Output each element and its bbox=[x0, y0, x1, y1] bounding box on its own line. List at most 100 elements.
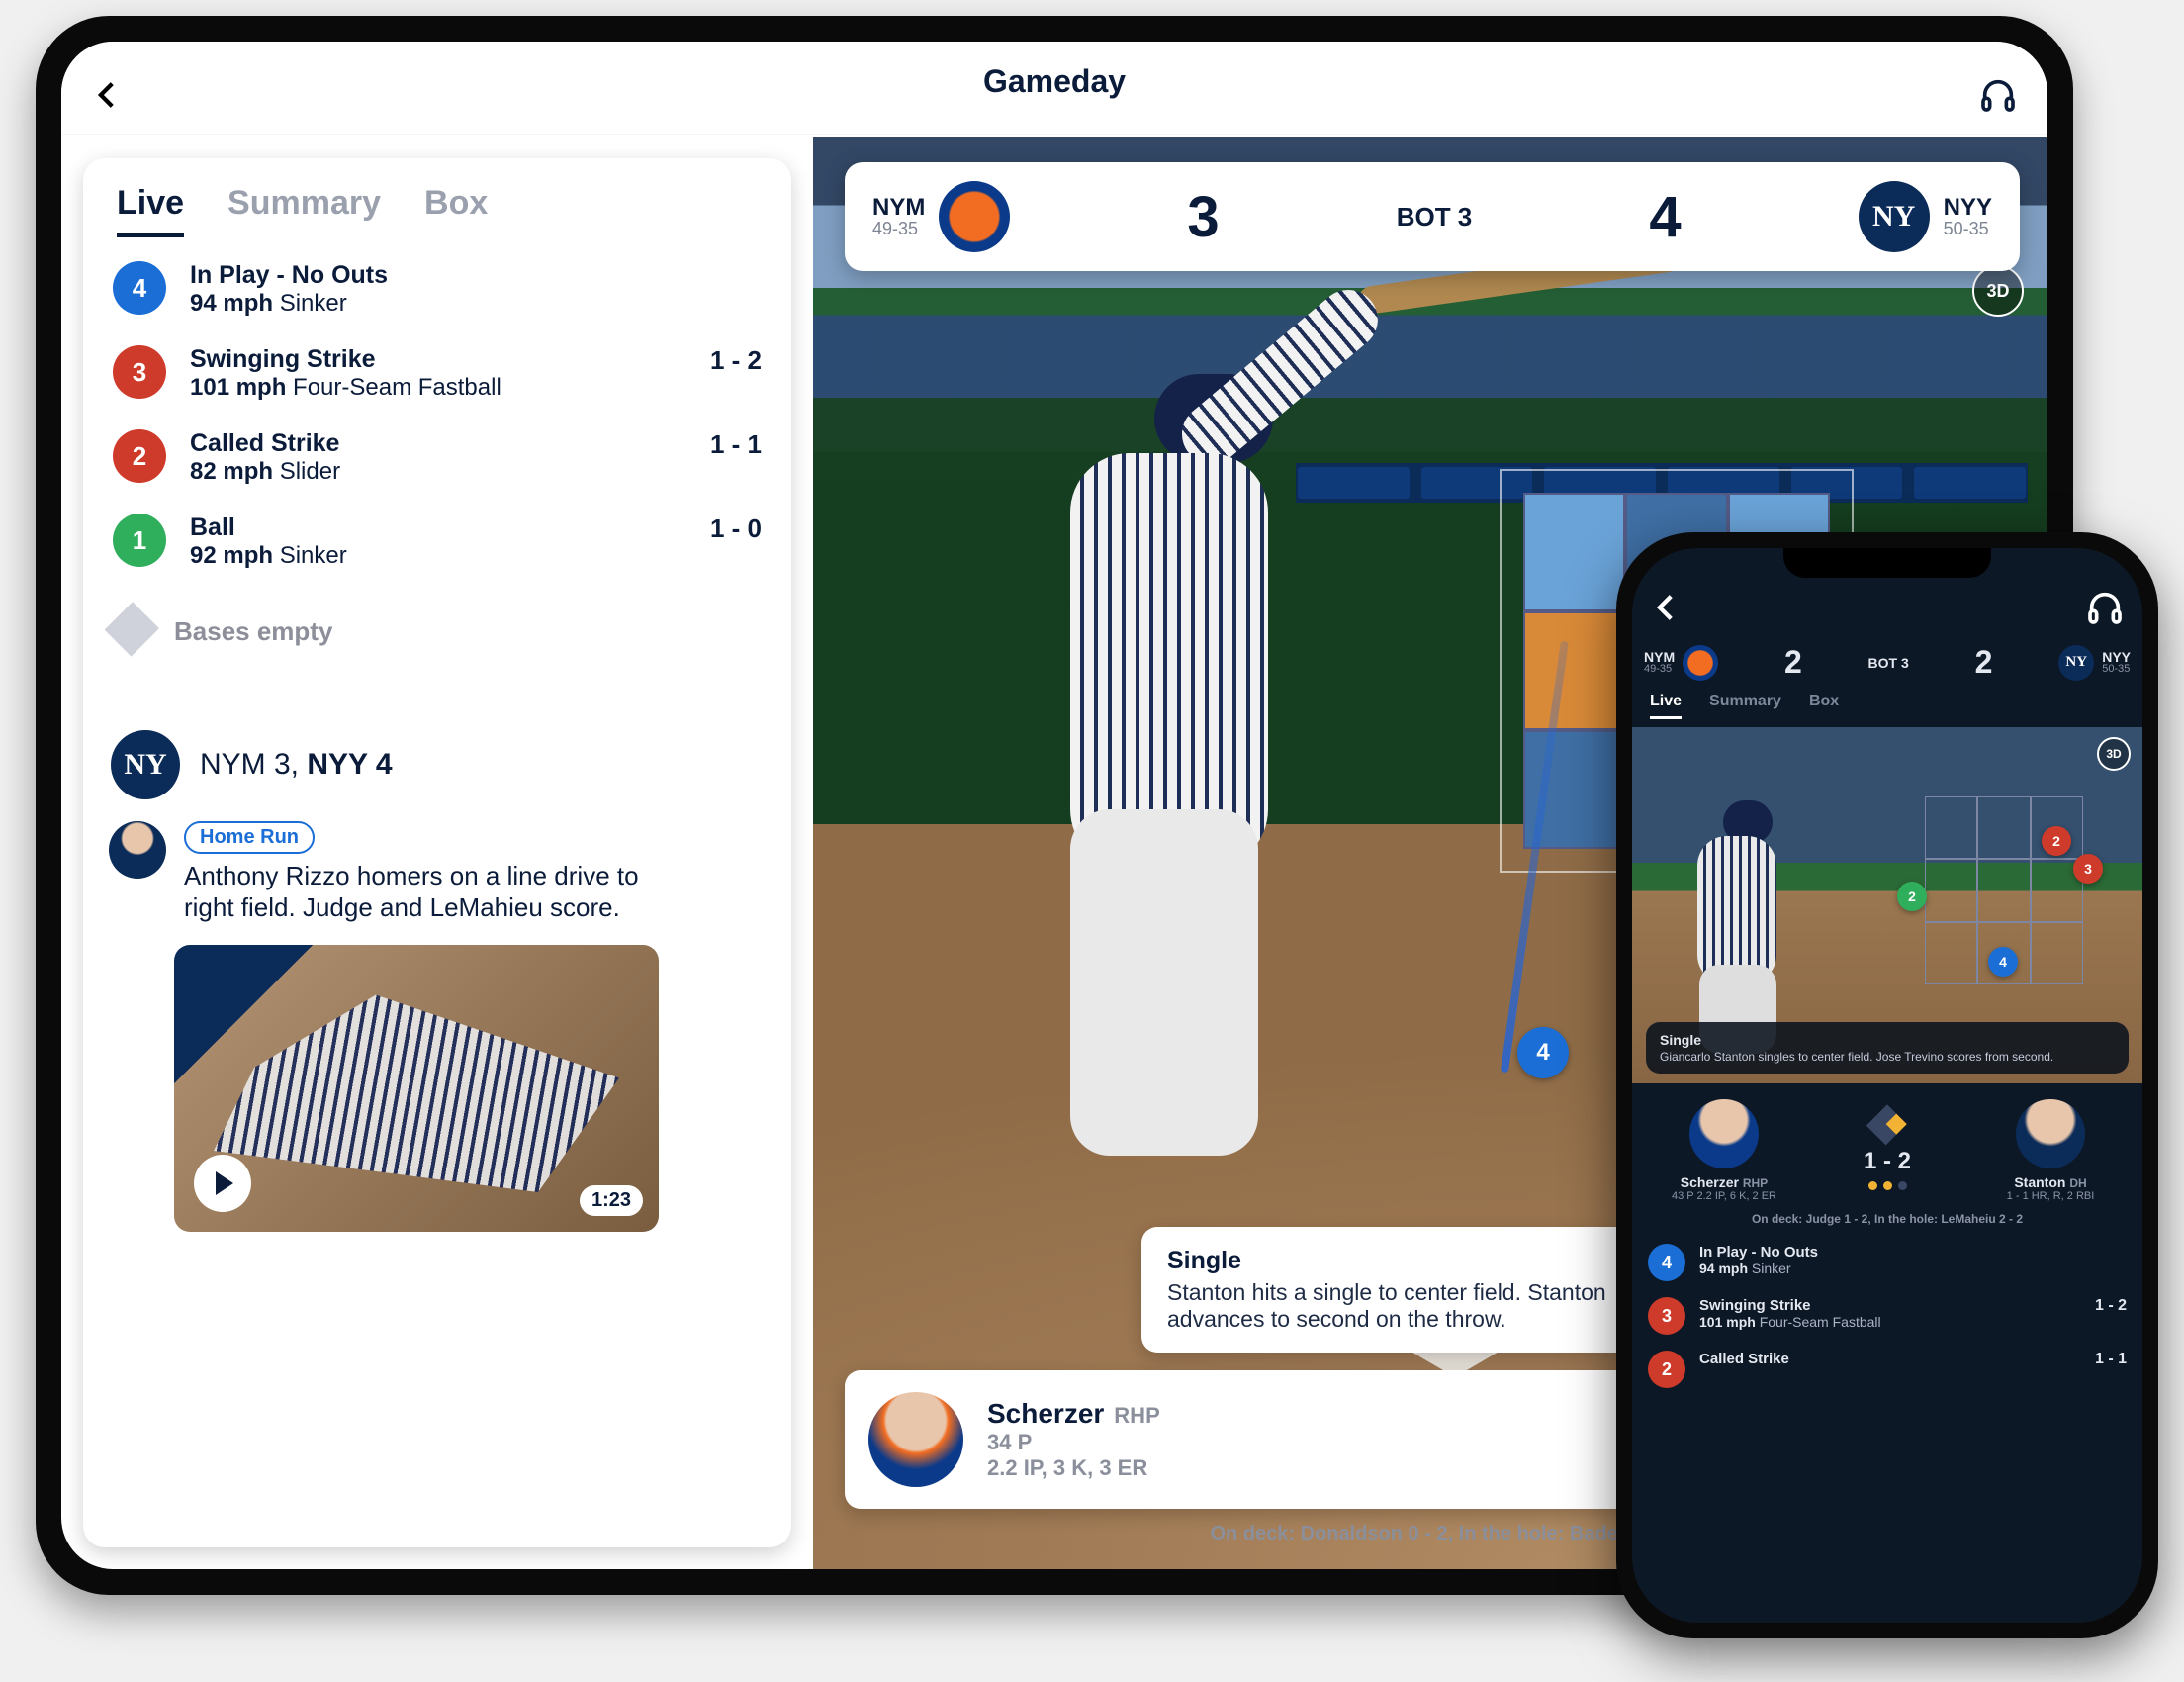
pitch-row[interactable]: 1Ball92 mph Sinker1 - 0 bbox=[83, 500, 791, 584]
pitch-count: 1 - 1 bbox=[2095, 1351, 2127, 1368]
pitch-text: In Play - No Outs94 mph Sinker bbox=[1699, 1244, 2113, 1276]
pitch-result: Swinging Strike bbox=[190, 345, 686, 374]
notch bbox=[1783, 548, 1991, 578]
audio-button[interactable] bbox=[2085, 588, 2125, 632]
inning-label: BOT 3 bbox=[1868, 655, 1909, 671]
away-team[interactable]: NYM 49-35 bbox=[872, 181, 1010, 252]
player-avatar bbox=[109, 821, 166, 879]
zone-pitch-2[interactable]: 2 bbox=[2042, 826, 2071, 856]
scoreline-home: NYY 4 bbox=[307, 748, 392, 781]
play-icon[interactable] bbox=[194, 1155, 251, 1212]
last-play-title: Single bbox=[1167, 1247, 1660, 1275]
scorebar[interactable]: NYM49-35 2 BOT 3 2 NY NYY50-35 bbox=[1632, 638, 2142, 691]
home-score: 2 bbox=[1975, 644, 1993, 681]
pitch-number-badge: 4 bbox=[1648, 1244, 1685, 1281]
zone-pitch-1[interactable]: 2 bbox=[1897, 882, 1927, 911]
strike-zone[interactable]: 2 2 3 4 bbox=[1925, 796, 2083, 984]
live-feed-card[interactable]: Live Summary Box 4 In Play - No Outs94 mp… bbox=[83, 158, 791, 1547]
pitch-result: Ball bbox=[190, 514, 686, 542]
pitch-detail: 101 mph Four-Seam Fastball bbox=[190, 374, 686, 402]
feed-tabs: Live Summary Box bbox=[1632, 691, 2142, 727]
home-team[interactable]: NY NYY50-35 bbox=[2058, 645, 2131, 681]
toggle-3d-button[interactable]: 3D bbox=[1972, 265, 2024, 317]
pitch-row[interactable]: 2Called Strike82 mph Slider1 - 1 bbox=[83, 416, 791, 500]
count: 1 - 2 bbox=[1864, 1148, 1911, 1175]
pitch-number-badge: 4 bbox=[113, 261, 166, 315]
page-title: Gameday bbox=[61, 63, 2048, 100]
home-team[interactable]: NY NYY 50-35 bbox=[1859, 181, 1992, 252]
pitch-text: In Play - No Outs94 mph Sinker bbox=[190, 261, 738, 318]
pitch-row[interactable]: 3 Swinging Strike101 mph Four-Seam Fastba… bbox=[83, 331, 791, 416]
pitch-result: In Play - No Outs bbox=[1699, 1244, 2113, 1261]
last-play-title: Single bbox=[1660, 1032, 2115, 1048]
pitch-result: Called Strike bbox=[1699, 1351, 2081, 1367]
pitch-result: Called Strike bbox=[190, 429, 686, 458]
pitch-detail: 92 mph Sinker bbox=[190, 542, 686, 570]
home-abbr: NYY bbox=[1944, 196, 1992, 220]
bases-label: Bases empty bbox=[174, 616, 332, 647]
chevron-left-icon bbox=[91, 78, 125, 112]
pitcher-pitch-count: 34 P bbox=[987, 1430, 1160, 1455]
back-button[interactable] bbox=[1650, 591, 1684, 629]
scorebar[interactable]: NYM 49-35 3 BOT 3 4 NY NYY 50-35 bbox=[845, 162, 2020, 271]
batter-stats: 1 - 1 HR, R, 2 RBI bbox=[2007, 1190, 2095, 1202]
away-abbr: NYM bbox=[1644, 650, 1675, 664]
iphone-screen: NYM49-35 2 BOT 3 2 NY NYY50-35 Live Summ… bbox=[1632, 548, 2142, 1623]
yankees-logo-icon: NY bbox=[111, 730, 180, 799]
pitch-row[interactable]: 3Swinging Strike101 mph Four-Seam Fastba… bbox=[1632, 1289, 2142, 1343]
pitch-count: 1 - 2 bbox=[710, 345, 762, 376]
pitch-count: 1 - 0 bbox=[710, 514, 762, 544]
pitch-number-badge: 2 bbox=[113, 429, 166, 483]
zone-pitch-3[interactable]: 3 bbox=[2073, 854, 2103, 884]
last-play-card[interactable]: Single Stanton hits a single to center f… bbox=[1141, 1227, 1685, 1353]
bases-diamond-icon bbox=[105, 604, 161, 660]
matchup-row: Scherzer RHP 43 P 2.2 IP, 6 K, 2 ER 1 - … bbox=[1632, 1083, 2142, 1210]
zone-pitch-4[interactable]: 4 bbox=[1988, 947, 2018, 977]
toggle-3d-button[interactable]: 3D bbox=[2097, 737, 2131, 771]
away-score: 2 bbox=[1784, 644, 1802, 681]
tab-live[interactable]: Live bbox=[117, 184, 184, 237]
tab-summary[interactable]: Summary bbox=[228, 184, 381, 237]
pitcher-stats: ScherzerRHP 34 P 2.2 IP, 3 K, 3 ER bbox=[987, 1398, 1160, 1481]
zone-pitch-4[interactable]: 4 bbox=[1517, 1027, 1569, 1078]
pitcher-card[interactable]: Scherzer RHP 43 P 2.2 IP, 6 K, 2 ER bbox=[1650, 1099, 1798, 1202]
outs-indicator bbox=[1868, 1181, 1907, 1190]
pitch-text: Called Strike bbox=[1699, 1351, 2081, 1367]
tab-box[interactable]: Box bbox=[424, 184, 488, 237]
pitch-row[interactable]: 2Called Strike1 - 1 bbox=[1632, 1343, 2142, 1396]
on-deck-line: On deck: Judge 1 - 2, In the hole: LeMah… bbox=[1632, 1210, 2142, 1236]
home-record: 50-35 bbox=[1944, 220, 1992, 237]
pitch-number-badge: 3 bbox=[113, 345, 166, 399]
pitch-row[interactable]: 4 In Play - No Outs94 mph Sinker bbox=[1632, 1236, 2142, 1289]
batter-card[interactable]: Stanton DH 1 - 1 HR, R, 2 RBI bbox=[1976, 1099, 2125, 1202]
pitcher-avatar bbox=[1689, 1099, 1759, 1168]
pitch-result: In Play - No Outs bbox=[190, 261, 738, 290]
audio-button[interactable] bbox=[1978, 75, 2018, 120]
back-button[interactable] bbox=[91, 78, 125, 117]
inline-scoreline[interactable]: NY NYM 3, NYY 4 bbox=[83, 726, 791, 803]
feed-tabs: Live Summary Box bbox=[83, 158, 791, 247]
away-score: 3 bbox=[1187, 184, 1219, 250]
pitcher-name: Scherzer bbox=[987, 1398, 1104, 1430]
gameday-3d-view[interactable]: 3D 2 2 3 4 Single Giancarlo Stanton sing… bbox=[1632, 727, 2142, 1083]
pitch-text: Swinging Strike101 mph Four-Seam Fastbal… bbox=[190, 345, 686, 402]
play-item[interactable]: Home Run Anthony Rizzo homers on a line … bbox=[83, 803, 791, 927]
tab-live[interactable]: Live bbox=[1650, 693, 1682, 719]
bases-status: Bases empty bbox=[83, 598, 791, 665]
inning-label: BOT 3 bbox=[1397, 202, 1473, 233]
bases-icon bbox=[1866, 1105, 1908, 1147]
tab-box[interactable]: Box bbox=[1809, 693, 1839, 719]
highlight-video[interactable]: 1:23 bbox=[174, 945, 659, 1232]
ipad-header: Gameday bbox=[61, 61, 2048, 135]
pitch-row[interactable]: 4 In Play - No Outs94 mph Sinker bbox=[83, 247, 791, 331]
away-team[interactable]: NYM49-35 bbox=[1644, 645, 1718, 681]
batter-model bbox=[942, 255, 1555, 1225]
pitcher-stats: 43 P 2.2 IP, 6 K, 2 ER bbox=[1672, 1190, 1776, 1202]
play-description: Anthony Rizzo homers on a line drive to … bbox=[184, 860, 679, 923]
pitch-text: Called Strike82 mph Slider bbox=[190, 429, 686, 486]
pitch-list: 4 In Play - No Outs94 mph Sinker 3Swinging… bbox=[1632, 1236, 2142, 1396]
pitch-count: 1 - 2 bbox=[2095, 1297, 2127, 1315]
last-play-card[interactable]: Single Giancarlo Stanton singles to cent… bbox=[1646, 1022, 2129, 1074]
away-record: 49-35 bbox=[1644, 664, 1675, 675]
tab-summary[interactable]: Summary bbox=[1709, 693, 1781, 719]
